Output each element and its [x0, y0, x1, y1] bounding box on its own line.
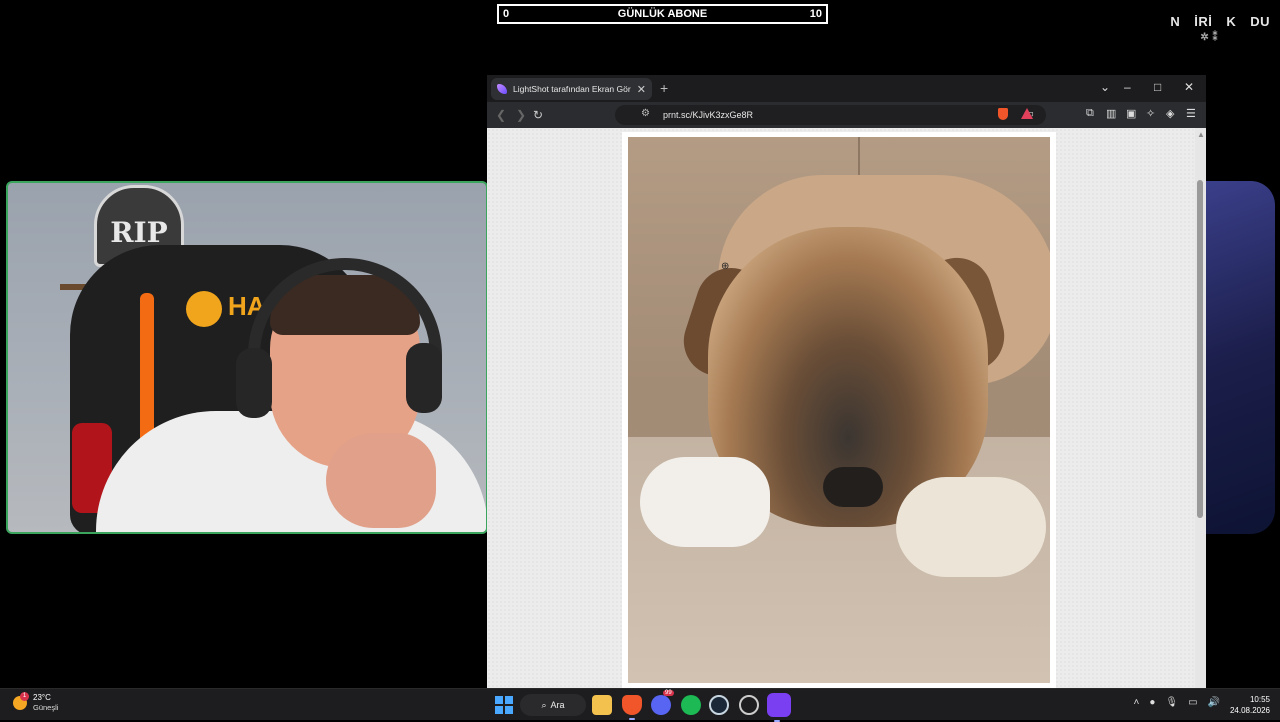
minimize-button[interactable]: –	[1124, 80, 1131, 94]
scroll-up-icon[interactable]: ▲	[1197, 130, 1205, 139]
sidebar-icon[interactable]: ▥	[1106, 107, 1116, 120]
extensions-icon[interactable]: ⧉	[1086, 107, 1094, 120]
zoom-in-cursor-icon: ⊕	[721, 261, 730, 272]
taskbar-search[interactable]: ⌕ Ara	[520, 694, 586, 716]
goal-target: 10	[809, 8, 822, 20]
back-icon[interactable]: ❮	[496, 106, 506, 124]
goal-title: GÜNLÜK ABONE	[617, 8, 708, 20]
tray-overflow-icon[interactable]: ˄	[1134, 697, 1140, 708]
reload-icon[interactable]: ↻	[533, 106, 543, 124]
wallet-icon[interactable]: ▣	[1126, 107, 1136, 120]
close-window-button[interactable]: ✕	[1184, 80, 1194, 94]
goal-current: 0	[503, 8, 510, 20]
puppy-nose	[823, 467, 883, 507]
webcam-feed: RIP HA	[6, 181, 488, 534]
headphone-cup-left	[236, 348, 272, 418]
headphone-cup-right	[406, 343, 442, 413]
clock-date: 24.08.2026	[1229, 706, 1270, 715]
address-text: prnt.sc/KJivK3zxGe8R	[663, 110, 754, 120]
weather-widget[interactable]: 1 23°C Güneşli	[13, 692, 59, 713]
logo-letter: İRİ	[1194, 14, 1213, 29]
tab-bar: LightShot tarafından Ekran Görü... ✕ + ⌄…	[487, 75, 1206, 102]
menu-icon[interactable]: ☰	[1186, 107, 1196, 120]
side-scene-panel	[1205, 181, 1275, 534]
chair-logo-icon	[186, 291, 222, 327]
brave-shields-icon[interactable]	[998, 108, 1008, 120]
maximize-button[interactable]: □	[1154, 80, 1161, 94]
forward-icon[interactable]: ❯	[516, 106, 526, 124]
browser-toolbar: ❮ ❯ ↻ ⚐ ⚙ prnt.sc/KJivK3zxGe8R ▭ ⧉ ▥ ▣ ✧…	[487, 102, 1206, 128]
clock-time: 10:55	[1249, 695, 1270, 704]
windows-taskbar: 1 23°C Güneşli ⌕ Ara 99 ˄ ● 🎙 ▭ 🔊 10:55 …	[0, 688, 1280, 722]
logo-letter: N	[1170, 14, 1181, 29]
leo-ai-icon[interactable]: ✧	[1146, 107, 1155, 120]
puppy-paw-right	[896, 477, 1046, 577]
tray-status-icon[interactable]: ●	[1149, 697, 1155, 708]
logo-letter: K	[1226, 14, 1237, 29]
weather-condition: Güneşli	[33, 703, 59, 712]
page-scrollbar[interactable]: ▲	[1195, 128, 1206, 688]
sun-icon: 1	[13, 692, 29, 710]
page-content: ⊕	[487, 128, 1195, 688]
logo-ornament-icon: ✲ ⁑	[1200, 32, 1218, 43]
streamer-hand	[326, 433, 436, 528]
system-tray: ˄ ● 🎙 ▭ 🔊	[1134, 697, 1221, 708]
vpn-icon[interactable]: ◈	[1166, 107, 1174, 120]
system-clock[interactable]: 10:55 24.08.2026	[1230, 694, 1270, 716]
site-settings-icon[interactable]: ⚙	[641, 108, 650, 119]
search-icon: ⌕	[541, 699, 547, 710]
puppy-photo[interactable]: ⊕	[628, 137, 1050, 683]
brave-browser-icon[interactable]	[622, 695, 642, 720]
scrollbar-thumb[interactable]	[1197, 180, 1203, 518]
tab-lightshot[interactable]: LightShot tarafından Ekran Görü... ✕	[491, 78, 652, 100]
address-bar[interactable]: ⚙ prnt.sc/KJivK3zxGe8R ▭	[615, 105, 1046, 125]
tab-title: LightShot tarafından Ekran Görü...	[513, 84, 631, 94]
channel-logo: N İRİ K DU ✲ ⁑	[1170, 14, 1270, 43]
volume-icon[interactable]: 🔊	[1208, 697, 1220, 708]
obs-icon[interactable]	[767, 693, 791, 722]
tab-list-icon[interactable]: ⌄	[1100, 80, 1110, 94]
start-button[interactable]	[494, 695, 514, 715]
app-icon-circle[interactable]	[739, 695, 759, 715]
microphone-icon[interactable]: 🎙	[1165, 697, 1178, 708]
spotify-icon[interactable]	[681, 695, 701, 715]
display-icon[interactable]: ▭	[1188, 697, 1197, 708]
subscriber-goal-bar: 0 GÜNLÜK ABONE 10	[497, 4, 828, 24]
search-label: Ara	[550, 700, 565, 710]
logo-letter: DU	[1250, 14, 1270, 29]
discord-badge: 99	[663, 690, 674, 696]
lightshot-feather-icon	[497, 84, 507, 94]
weather-temperature: 23°C	[33, 693, 51, 702]
browser-window: LightShot tarafından Ekran Görü... ✕ + ⌄…	[487, 75, 1206, 688]
new-tab-button[interactable]: +	[660, 80, 668, 96]
file-explorer-icon[interactable]	[592, 695, 612, 715]
screenshot-image-frame: ⊕	[622, 132, 1056, 688]
steam-icon[interactable]	[709, 695, 729, 715]
brave-rewards-icon[interactable]	[1021, 108, 1033, 119]
notification-badge: 1	[20, 692, 29, 701]
tab-close-icon[interactable]: ✕	[637, 83, 646, 96]
discord-icon[interactable]: 99	[651, 690, 674, 715]
puppy-paw-left	[640, 457, 770, 547]
